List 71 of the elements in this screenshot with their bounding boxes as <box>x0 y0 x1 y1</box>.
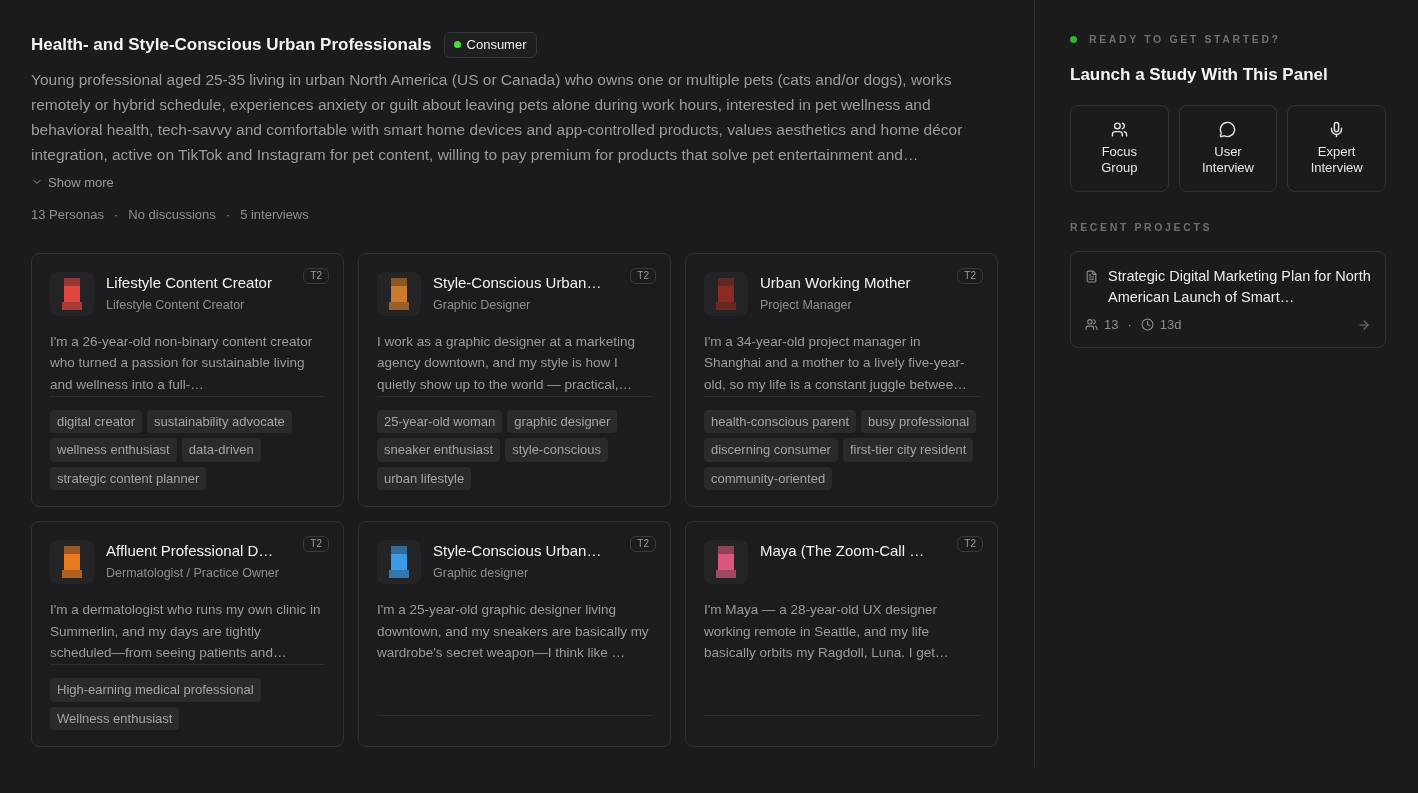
panel-description: Young professional aged 25-35 living in urban North America (US or Canada) who owns one or multiple pets (cats and/or dogs), works remotely or hybrid schedule, experiences anxiety or guilt about leaving pets alone during work hours, interested in pet wellness and behavioral health, tech-savvy and comfortable with smart home devices and app-controlled products, values aesthetics and home décor integration, active on TikTok and Instagram for pet content, willing to pay premium for products that solve pet entertainment and… <box>31 69 964 165</box>
persona-role: Dermatologist / Practice Owner <box>106 565 280 582</box>
separator-dot: · <box>1127 316 1132 334</box>
tier-badge: T2 <box>957 267 983 284</box>
panel-stat: No discussions <box>128 206 216 224</box>
persona-name: Affluent Professional D… <box>106 541 275 561</box>
persona-tag: health-conscious parent <box>704 409 857 433</box>
tier-badge: T2 <box>957 536 983 552</box>
people-icon <box>1110 121 1128 139</box>
persona-tag: graphic designer <box>507 409 618 433</box>
persona-card[interactable] <box>31 252 344 507</box>
persona-bio: I'm a 25-year-old graphic designer living downtown, and my sneakers are basically my wardrobe's secret weapon—I think like … <box>377 601 650 662</box>
persona-bio: I'm a 34-year-old project manager in Shanghai and a mother to a lively five-year-old, so my life is a constant juggle betwee… <box>704 332 968 394</box>
persona-tag: busy professional <box>861 409 977 433</box>
separator-dot: · <box>114 206 119 224</box>
sidebar-title: Launch a Study With This Panel <box>1070 63 1329 86</box>
persona-bio: I work as a graphic designer at a marketing agency downtown, and my style is how I quietly show up to the world — practical,… <box>377 332 637 394</box>
persona-name: Style-Conscious Urban… <box>433 272 603 293</box>
project-card[interactable]: Strategic Digital Marketing Plan for North American Launch of Smart… 13 · 13d <box>1070 251 1386 348</box>
panel-title: Health- and Style-Conscious Urban Professionals <box>31 34 432 56</box>
persona-role: Lifestyle Content Creator <box>106 296 246 314</box>
persona-card[interactable]: Maya (The Zoom-Call … T2 I'm Maya — a 28-year-old UX designer working remote in Seattle, and my life basically orbits my Ragdoll, Luna. I get… <box>685 521 998 747</box>
persona-bio: I'm Maya — a 28-year-old UX designer working remote in Seattle, and my life basically orbits my Ragdoll, Luna. I get… <box>704 601 950 662</box>
persona-card[interactable]: Style-Conscious Urban… Graphic designer T2 I'm a 25-year-old graphic designer living downtown, and my sneakers are basically my wardrobe's secret weapon—I think like … <box>358 521 671 747</box>
persona-name: Lifestyle Content Creator <box>106 272 273 293</box>
persona-tag: style-conscious <box>505 438 608 462</box>
persona-name: Style-Conscious Urban… <box>433 541 603 561</box>
study-type-button[interactable]: Focus Group <box>1070 105 1169 193</box>
tier-badge: T2 <box>630 267 656 284</box>
clock-icon <box>1140 318 1154 332</box>
project-title: Strategic Digital Marketing Plan for North American Launch of Smart… <box>1108 267 1371 307</box>
persona-role: Graphic Designer <box>433 296 532 314</box>
separator-dot: · <box>225 206 231 224</box>
persona-name: Maya (The Zoom-Call … <box>760 541 926 561</box>
persona-tag: Wellness enthusiast <box>50 706 180 730</box>
speech-bubble-icon <box>1219 121 1237 139</box>
persona-tag: sustainability advocate <box>147 409 292 433</box>
persona-tag: data-driven <box>181 438 261 462</box>
persona-card[interactable] <box>31 521 344 747</box>
persona-tag: urban lifestyle <box>377 466 472 490</box>
persona-tag: wellness enthusiast <box>50 438 177 462</box>
persona-tag: community-oriented <box>704 466 833 490</box>
tier-badge: T2 <box>303 267 329 284</box>
persona-card[interactable] <box>358 252 671 507</box>
persona-tag: discerning consumer <box>704 438 838 462</box>
persona-tag: digital creator <box>50 409 143 433</box>
persona-name: Urban Working Mother <box>760 272 912 293</box>
persona-bio: I'm a dermatologist who runs my own clinic in Summerlin, and my days are tightly scheduled—from seeing patients and… <box>50 601 322 662</box>
persona-tag: sneaker enthusiast <box>377 438 501 462</box>
section-heading: RECENT PROJECTS <box>1070 220 1214 236</box>
persona-role: Graphic designer <box>433 565 530 582</box>
people-icon <box>1085 318 1098 332</box>
participant-count: 13 <box>1104 316 1119 334</box>
project-age: 13d <box>1159 316 1182 334</box>
section-eyebrow: READY TO GET STARTED? <box>1089 32 1281 47</box>
persona-role: Project Manager <box>760 296 853 314</box>
persona-tag: first-tier city resident <box>842 438 974 462</box>
tier-badge: T2 <box>303 536 329 552</box>
document-icon <box>1085 270 1098 283</box>
panel-stat: 13 Personas <box>31 206 104 224</box>
study-type-button[interactable]: User Interview <box>1178 105 1278 193</box>
persona-tag: High-earning medical professional <box>50 678 261 702</box>
category-badge: Consumer <box>443 32 537 58</box>
study-type-button[interactable]: Expert Interview <box>1287 105 1386 193</box>
persona-bio: I'm a 26-year-old non-binary content creator who turned a passion for sustainable living and wellness into a full-… <box>50 332 314 394</box>
panel-stat: 5 interviews <box>240 206 309 224</box>
persona-tag: 25-year-old woman <box>377 409 503 433</box>
tier-badge: T2 <box>630 536 656 552</box>
persona-tag: strategic content planner <box>50 466 207 490</box>
persona-card[interactable] <box>685 252 998 507</box>
show-more-button[interactable]: Show more <box>31 172 114 192</box>
